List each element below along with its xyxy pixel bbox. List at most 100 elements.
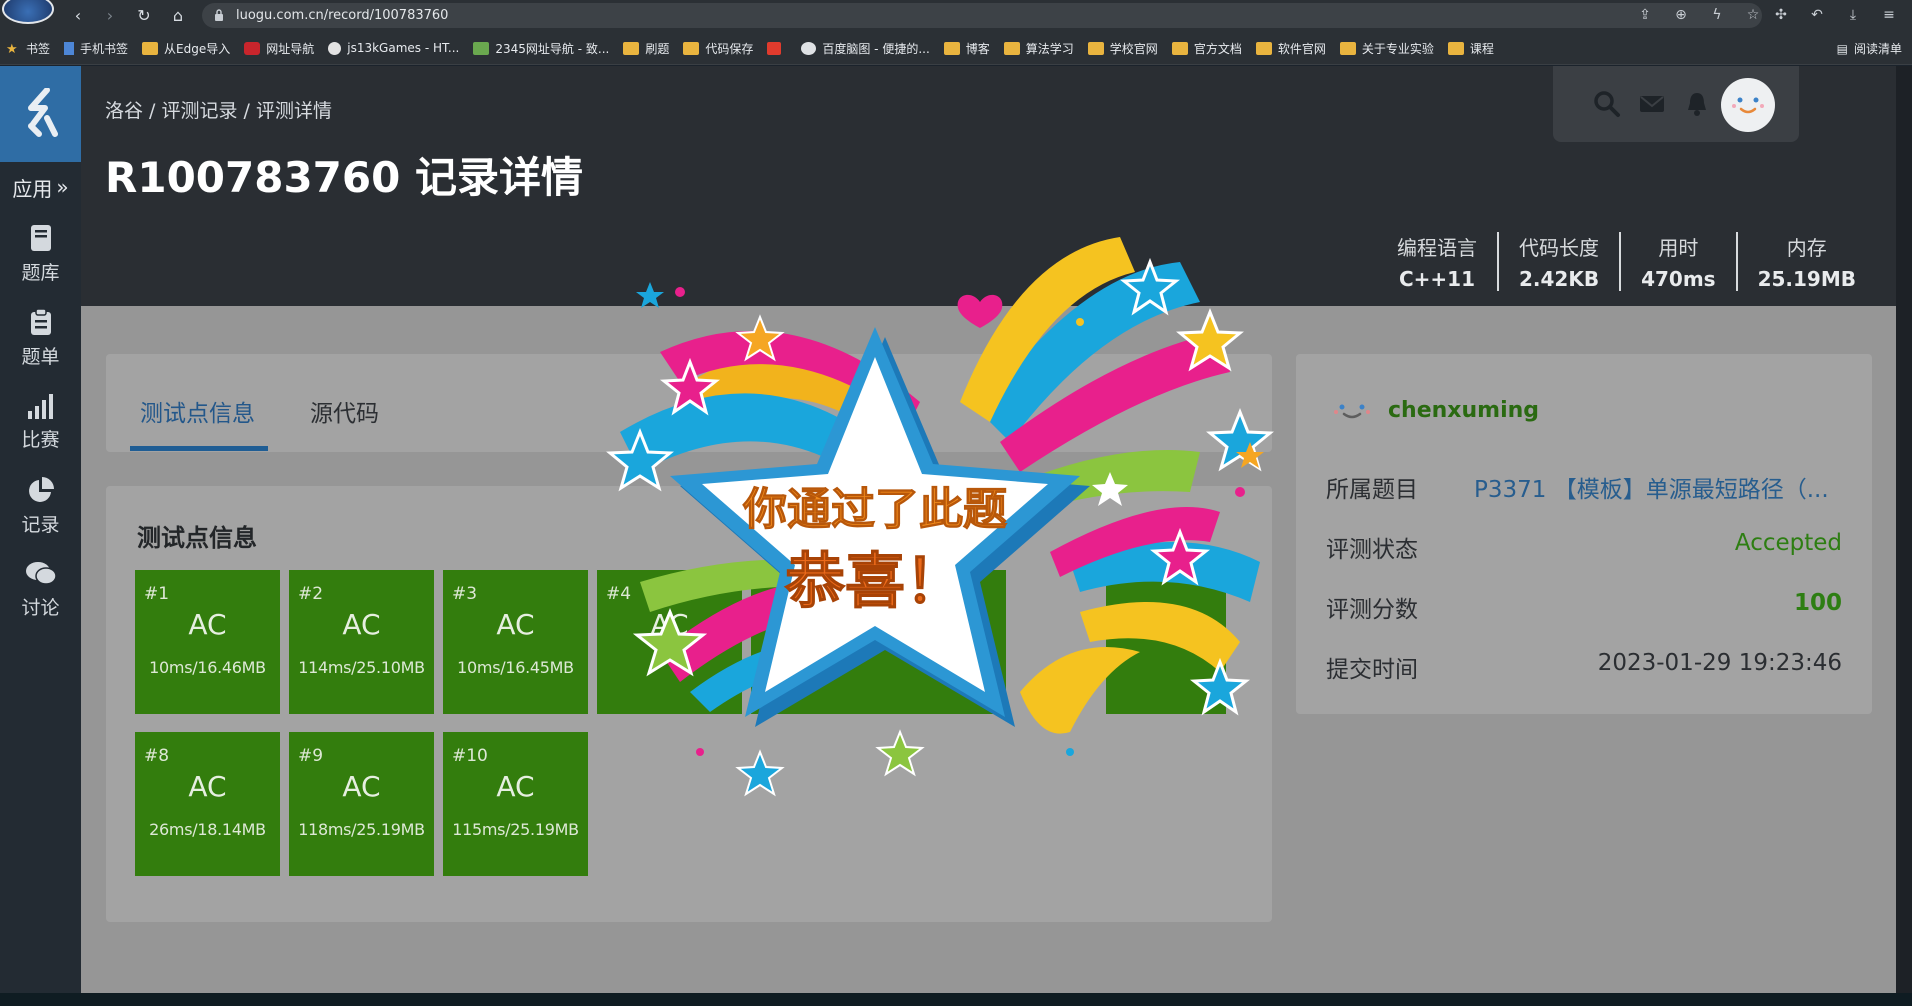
tab-test-cases[interactable]: 测试点信息 — [140, 394, 255, 428]
luogu-logo[interactable] — [0, 66, 81, 162]
phone-icon — [64, 41, 75, 55]
sidebar-item-contest[interactable]: 比赛 — [0, 380, 81, 464]
test-case[interactable]: #1 AC 10ms/16.46MB — [135, 570, 280, 714]
test-case[interactable]: #2 AC 114ms/25.10MB — [289, 570, 434, 714]
undo-icon[interactable]: ↶ — [1806, 4, 1828, 26]
address-bar[interactable]: luogu.com.cn/record/100783760 — [202, 3, 1762, 28]
site-icon — [244, 41, 261, 55]
bookmark-item[interactable]: 算法学习 — [1003, 40, 1074, 57]
reading-list-button[interactable]: ▤ 阅读清单 — [1837, 40, 1902, 57]
bookmark-item[interactable]: 2345网址导航 - 致... — [473, 40, 609, 57]
stat-memory: 内存 25.19MB — [1735, 232, 1876, 291]
bookmark-bar: ★ 书签 手机书签 从Edge导入 网址导航 js13kGames - HT...… — [0, 32, 1912, 65]
extensions-icon[interactable]: ✣ — [1770, 4, 1792, 26]
info-row-status: 评测状态 Accepted — [1326, 530, 1842, 563]
avatar[interactable] — [1721, 78, 1775, 132]
record-info-card: chenxuming 所属题目 P3371 【模板】单源最短路径（... 评测状… — [1296, 354, 1872, 714]
congrats-line2: 恭喜！ — [784, 547, 965, 617]
folder-icon — [142, 41, 159, 55]
folder-icon — [1171, 41, 1188, 55]
bell-icon[interactable] — [1683, 90, 1711, 118]
user-toolbar — [1553, 66, 1799, 142]
bookmark-item[interactable]: 刷题 — [623, 40, 669, 57]
double-chevron-right-icon: » — [56, 175, 69, 199]
sidebar: 应用» 题库 题单 比赛 记录 讨论 — [0, 66, 81, 1006]
stat-code-length: 代码长度 2.42KB — [1496, 232, 1619, 291]
site-icon — [801, 41, 817, 55]
clipboard-icon — [30, 307, 51, 335]
bookmark-item[interactable]: 网址导航 — [244, 40, 314, 57]
bookmark-item[interactable]: 学校官网 — [1087, 40, 1158, 57]
stat-time: 用时 470ms — [1619, 232, 1736, 291]
bookmark-item[interactable]: 官方文档 — [1171, 40, 1242, 57]
browser-title-bar: ‹ › ↻ ⌂ luogu.com.cn/record/100783760 ⇪ … — [0, 0, 1912, 32]
home-icon[interactable]: ⌂ — [166, 4, 190, 28]
folder-icon — [623, 41, 640, 55]
forward-icon[interactable]: › — [98, 4, 122, 28]
back-icon[interactable]: ‹ — [66, 4, 90, 28]
bookmark-item[interactable]: 软件官网 — [1255, 40, 1326, 57]
bookmark-item[interactable]: 关于专业实验 — [1339, 40, 1434, 57]
bookmark-item[interactable]: 从Edge导入 — [142, 40, 230, 57]
submitter[interactable]: chenxuming — [1332, 398, 1539, 423]
score-value: 100 — [1793, 590, 1842, 616]
test-case[interactable]: #8 AC 26ms/18.14MB — [135, 732, 280, 876]
lightning-icon[interactable]: ϟ — [1706, 4, 1728, 26]
reading-list-icon: ▤ — [1836, 41, 1848, 56]
bookmark-item[interactable]: 代码保存 — [683, 40, 753, 57]
test-case[interactable]: #10 AC 115ms/25.19MB — [443, 732, 588, 876]
status-value: Accepted — [1734, 530, 1842, 556]
favorite-star-icon[interactable]: ☆ — [1742, 4, 1764, 26]
test-cases-title: 测试点信息 — [137, 524, 257, 552]
bookmark-item[interactable]: 百度脑图 - 便捷的... — [801, 40, 930, 57]
signal-icon — [27, 393, 53, 419]
lock-icon — [215, 9, 223, 21]
record-stats: 编程语言 C++11 代码长度 2.42KB 用时 470ms 内存 25.19MB — [1377, 232, 1876, 291]
congratulations-popup[interactable]: 你通过了此题 恭喜！ — [600, 232, 1300, 802]
search-icon[interactable] — [1593, 90, 1621, 118]
bookmark-item[interactable]: 课程 — [1447, 40, 1494, 57]
scrollbar[interactable] — [1896, 66, 1912, 993]
download-icon[interactable]: ⤓ — [1842, 4, 1864, 26]
test-case[interactable]: #3 AC 10ms/16.45MB — [443, 570, 588, 714]
breadcrumb[interactable]: 洛谷 / 评测记录 / 评测详情 — [105, 96, 332, 123]
info-row-problem: 所属题目 P3371 【模板】单源最短路径（... — [1326, 470, 1842, 504]
username[interactable]: chenxuming — [1388, 398, 1539, 423]
bookmark-item[interactable] — [767, 41, 787, 55]
folder-icon — [1087, 41, 1104, 55]
sidebar-item-problems[interactable]: 题库 — [0, 212, 81, 296]
folder-icon — [1003, 41, 1020, 55]
folder-icon — [1255, 41, 1272, 55]
bookmark-item[interactable]: js13kGames - HT... — [328, 41, 459, 55]
page-title: R100783760 记录详情 — [105, 153, 583, 202]
congrats-line1: 你通过了此题 — [742, 484, 1007, 535]
browser-logo-icon[interactable] — [2, 0, 54, 24]
sidebar-item-record[interactable]: 记录 — [0, 464, 81, 548]
bookmark-item[interactable]: 手机书签 — [64, 40, 128, 57]
user-face-icon — [1334, 404, 1370, 418]
share-icon[interactable]: ⇪ — [1634, 4, 1656, 26]
active-tab-indicator — [130, 446, 268, 451]
folder-icon — [1339, 41, 1356, 55]
bookmark-item[interactable]: ★ 书签 — [6, 40, 50, 57]
chat-icon — [25, 561, 57, 585]
zoom-icon[interactable]: ⊕ — [1670, 4, 1692, 26]
folder-icon — [1447, 41, 1464, 55]
bookmark-item[interactable]: 博客 — [943, 40, 990, 57]
mail-icon[interactable] — [1638, 90, 1666, 118]
sidebar-item-discuss[interactable]: 讨论 — [0, 548, 81, 632]
sidebar-item-training[interactable]: 题单 — [0, 296, 81, 380]
info-row-submit-time: 提交时间 2023-01-29 19:23:46 — [1326, 650, 1842, 683]
reload-icon[interactable]: ↻ — [132, 4, 156, 28]
info-row-score: 评测分数 100 — [1326, 590, 1842, 623]
tab-source-code[interactable]: 源代码 — [310, 394, 379, 428]
stat-language: 编程语言 C++11 — [1396, 236, 1477, 291]
pie-icon — [28, 476, 54, 502]
test-case[interactable]: #9 AC 118ms/25.19MB — [289, 732, 434, 876]
menu-icon[interactable]: ≡ — [1878, 4, 1900, 26]
site-icon — [473, 41, 490, 55]
avatar-face-icon — [1732, 97, 1764, 114]
apps-toggle[interactable]: 应用» — [0, 162, 81, 212]
problem-link[interactable]: P3371 【模板】单源最短路径（... — [1474, 470, 1829, 504]
site-icon — [767, 41, 782, 55]
